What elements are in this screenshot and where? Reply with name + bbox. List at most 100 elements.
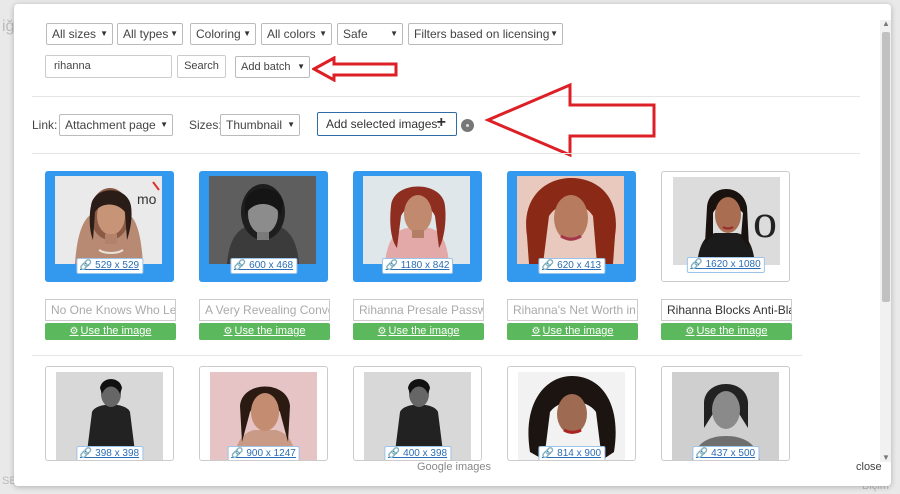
image-search-modal: All sizes ▼ All types ▼ Coloring ▼ All colo… bbox=[14, 4, 891, 486]
divider bbox=[32, 355, 802, 356]
link-select-value: Attachment page bbox=[65, 118, 156, 132]
licensing-filter-value: Filters based on licensing bbox=[414, 27, 550, 41]
image-tile-10[interactable]: 🔗 437 x 500 bbox=[661, 366, 790, 461]
image-tile-5[interactable]: o 🔗 1620 x 1080 bbox=[661, 171, 790, 282]
dims-text: 400 x 398 bbox=[403, 448, 448, 459]
chevron-down-icon: ▼ bbox=[319, 29, 327, 38]
thumbnail-image: mo bbox=[55, 176, 162, 264]
image-tile-8[interactable]: 🔗 400 x 398 bbox=[353, 366, 482, 461]
link-icon: 🔗 bbox=[695, 448, 709, 459]
add-batch-value: Add batch bbox=[241, 61, 291, 73]
results-scrollbar[interactable]: ▲ ▼ bbox=[880, 20, 891, 462]
use-image-button-5[interactable]: ⚙ Use the image bbox=[661, 323, 792, 340]
coloring-filter[interactable]: Coloring ▼ bbox=[190, 23, 256, 45]
sizes-select-value: Thumbnail bbox=[226, 118, 283, 132]
chevron-down-icon: ▼ bbox=[390, 29, 398, 38]
image-dimensions-link[interactable]: 🔗 620 x 413 bbox=[537, 258, 606, 274]
types-filter[interactable]: All types ▼ bbox=[117, 23, 183, 45]
sizes-filter-value: All sizes bbox=[52, 27, 97, 41]
image-tile-3[interactable]: 🔗 1180 x 842 bbox=[353, 171, 482, 282]
link-icon: 🔗 bbox=[541, 260, 555, 271]
use-image-label: Use the image bbox=[388, 325, 460, 337]
image-dimensions-link[interactable]: 🔗 437 x 500 bbox=[691, 446, 760, 460]
plus-icon: + bbox=[436, 114, 446, 131]
add-batch-select[interactable]: Add batch ▼ bbox=[235, 56, 310, 78]
image-title-input-4[interactable]: Rihanna's Net Worth in bbox=[507, 299, 638, 321]
gear-icon: ⚙ bbox=[69, 326, 79, 337]
dims-text: 1180 x 842 bbox=[400, 260, 450, 271]
search-button[interactable]: Search bbox=[177, 55, 226, 78]
image-dimensions-link[interactable]: 🔗 529 x 529 bbox=[75, 258, 144, 274]
chevron-down-icon: ▼ bbox=[170, 29, 178, 38]
image-tile-1[interactable]: mo 🔗 529 x 529 bbox=[45, 171, 174, 282]
chevron-down-icon: ▼ bbox=[297, 62, 305, 71]
coloring-filter-value: Coloring bbox=[196, 27, 241, 41]
image-tile-7[interactable]: 🔗 900 x 1247 bbox=[199, 366, 328, 461]
image-dimensions-link[interactable]: 🔗 900 x 1247 bbox=[227, 446, 300, 460]
use-image-label: Use the image bbox=[542, 325, 614, 337]
dims-text: 814 x 900 bbox=[557, 448, 602, 459]
red-arrow-icon-batch bbox=[312, 56, 398, 82]
use-image-button-3[interactable]: ⚙ Use the image bbox=[353, 323, 484, 340]
dims-text: 600 x 468 bbox=[249, 260, 294, 271]
link-icon: 🔗 bbox=[233, 260, 247, 271]
divider bbox=[32, 96, 860, 97]
search-input[interactable]: rihanna bbox=[45, 55, 172, 78]
gear-icon: ⚙ bbox=[531, 326, 541, 337]
safe-filter[interactable]: Safe ▼ bbox=[337, 23, 403, 45]
svg-text:o: o bbox=[753, 195, 777, 248]
licensing-filter[interactable]: Filters based on licensing ▼ bbox=[408, 23, 563, 45]
loading-spinner-icon bbox=[461, 119, 474, 132]
link-icon: 🔗 bbox=[79, 260, 93, 271]
image-title-input-5[interactable]: Rihanna Blocks Anti-Bla bbox=[661, 299, 792, 321]
chevron-down-icon: ▼ bbox=[243, 29, 251, 38]
image-dimensions-link[interactable]: 🔗 398 x 398 bbox=[75, 446, 144, 460]
link-label: Link: bbox=[32, 118, 58, 132]
colors-filter-value: All colors bbox=[267, 27, 316, 41]
background-text-left: iğ bbox=[2, 18, 15, 35]
image-tile-9[interactable]: 🔗 814 x 900 bbox=[507, 366, 636, 461]
image-title-input-2[interactable]: A Very Revealing Conve bbox=[199, 299, 330, 321]
sizes-select[interactable]: Thumbnail ▼ bbox=[220, 114, 300, 136]
image-tile-2[interactable]: 🔗 600 x 468 bbox=[199, 171, 328, 282]
chevron-down-icon: ▼ bbox=[550, 29, 558, 38]
thumbnail-image bbox=[363, 176, 470, 264]
gear-icon: ⚙ bbox=[685, 326, 695, 337]
colors-filter[interactable]: All colors ▼ bbox=[261, 23, 332, 45]
close-link[interactable]: close bbox=[856, 461, 882, 473]
scroll-down-icon[interactable]: ▼ bbox=[882, 454, 890, 462]
link-icon: 🔗 bbox=[387, 448, 401, 459]
use-image-label: Use the image bbox=[80, 325, 152, 337]
chevron-down-icon: ▼ bbox=[287, 120, 295, 129]
svg-text:mo: mo bbox=[137, 191, 157, 207]
dims-text: 437 x 500 bbox=[711, 448, 756, 459]
image-title-input-1[interactable]: No One Knows Who Le bbox=[45, 299, 176, 321]
dims-text: 398 x 398 bbox=[95, 448, 140, 459]
link-icon: 🔗 bbox=[79, 448, 93, 459]
image-dimensions-link[interactable]: 🔗 1620 x 1080 bbox=[686, 257, 765, 273]
use-image-button-1[interactable]: ⚙ Use the image bbox=[45, 323, 176, 340]
use-image-button-2[interactable]: ⚙ Use the image bbox=[199, 323, 330, 340]
gear-icon: ⚙ bbox=[223, 326, 233, 337]
image-tile-4[interactable]: 🔗 620 x 413 bbox=[507, 171, 636, 282]
dims-text: 620 x 413 bbox=[557, 260, 602, 271]
image-dimensions-link[interactable]: 🔗 814 x 900 bbox=[537, 446, 606, 460]
gear-icon: ⚙ bbox=[377, 326, 387, 337]
add-selected-images-button[interactable]: Add selected images. + bbox=[317, 112, 457, 136]
sizes-filter[interactable]: All sizes ▼ bbox=[46, 23, 113, 45]
add-selected-label: Add selected images. bbox=[326, 117, 441, 131]
image-dimensions-link[interactable]: 🔗 1180 x 842 bbox=[381, 258, 454, 274]
link-select[interactable]: Attachment page ▼ bbox=[59, 114, 173, 136]
dims-text: 1620 x 1080 bbox=[705, 259, 761, 270]
sizes-label: Sizes: bbox=[189, 118, 222, 132]
scrollbar-thumb[interactable] bbox=[882, 32, 890, 302]
use-image-button-4[interactable]: ⚙ Use the image bbox=[507, 323, 638, 340]
image-tile-6[interactable]: 🔗 398 x 398 bbox=[45, 366, 174, 461]
chevron-down-icon: ▼ bbox=[160, 120, 168, 129]
image-title-input-3[interactable]: Rihanna Presale Passw bbox=[353, 299, 484, 321]
image-dimensions-link[interactable]: 🔗 400 x 398 bbox=[383, 446, 452, 460]
image-dimensions-link[interactable]: 🔗 600 x 468 bbox=[229, 258, 298, 274]
use-image-label: Use the image bbox=[234, 325, 306, 337]
link-icon: 🔗 bbox=[690, 259, 703, 270]
scroll-up-icon[interactable]: ▲ bbox=[882, 20, 890, 28]
